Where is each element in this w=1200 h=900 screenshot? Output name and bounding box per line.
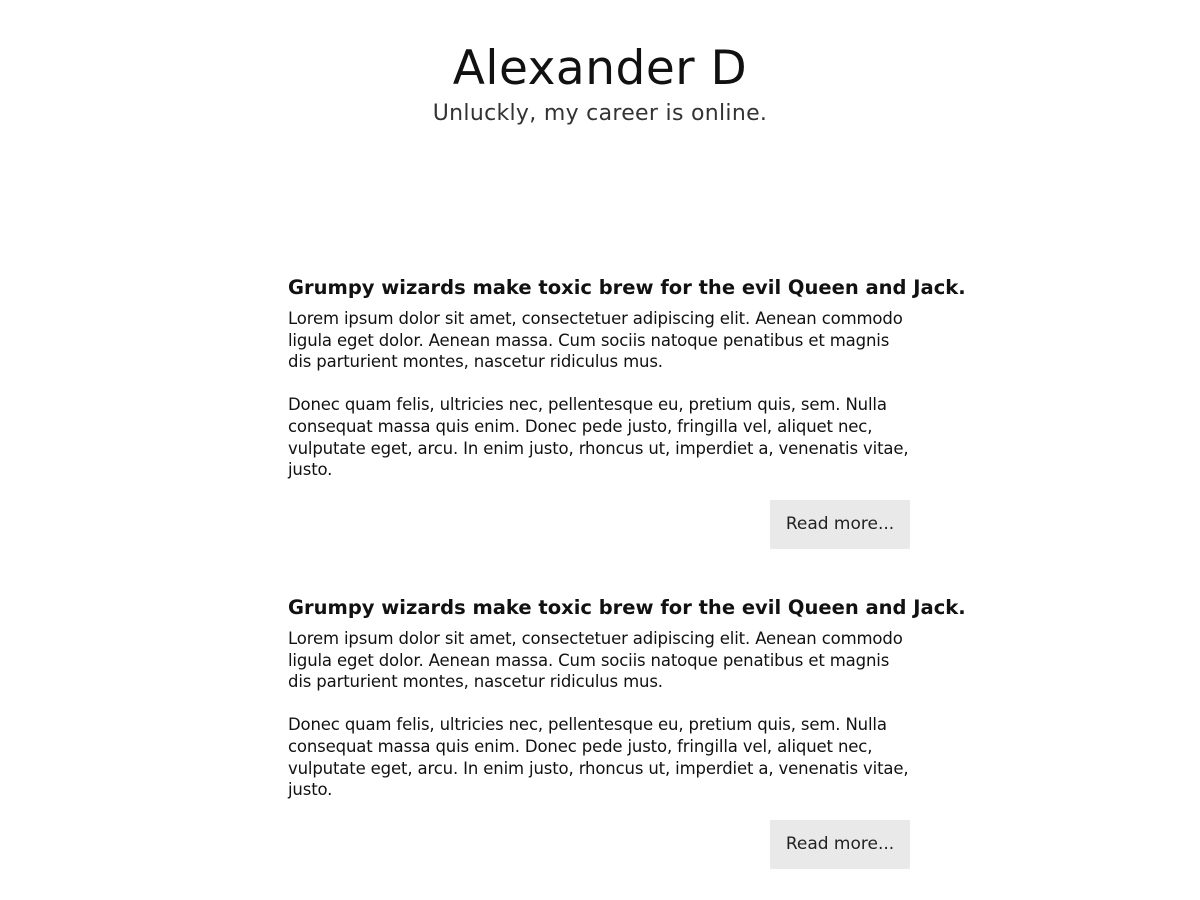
article-paragraph: Lorem ipsum dolor sit amet, consectetuer… — [288, 309, 903, 372]
article-title: Grumpy wizards make toxic brew for the e… — [288, 276, 966, 299]
article-title: Grumpy wizards make toxic brew for the e… — [288, 596, 966, 619]
site-title: Alexander D — [452, 41, 748, 96]
article-list: Grumpy wizards make toxic brew for the e… — [288, 272, 966, 900]
article-body: Lorem ipsum dolor sit amet, consectetuer… — [288, 308, 910, 481]
article-paragraph: Donec quam felis, ultricies nec, pellent… — [288, 715, 909, 800]
article-paragraph: Lorem ipsum dolor sit amet, consectetuer… — [288, 629, 903, 692]
article-card: Grumpy wizards make toxic brew for the e… — [288, 272, 966, 592]
article-paragraph: Donec quam felis, ultricies nec, pellent… — [288, 395, 909, 480]
article-body: Lorem ipsum dolor sit amet, consectetuer… — [288, 628, 910, 801]
site-tagline: Unluckly, my career is online. — [432, 101, 768, 126]
article-card: Grumpy wizards make toxic brew for the e… — [288, 592, 966, 900]
site-header: Alexander D Unluckly, my career is onlin… — [0, 38, 1200, 128]
read-more-button[interactable]: Read more... — [770, 820, 910, 869]
read-more-button[interactable]: Read more... — [770, 500, 910, 549]
page: Alexander D Unluckly, my career is onlin… — [0, 0, 1200, 900]
